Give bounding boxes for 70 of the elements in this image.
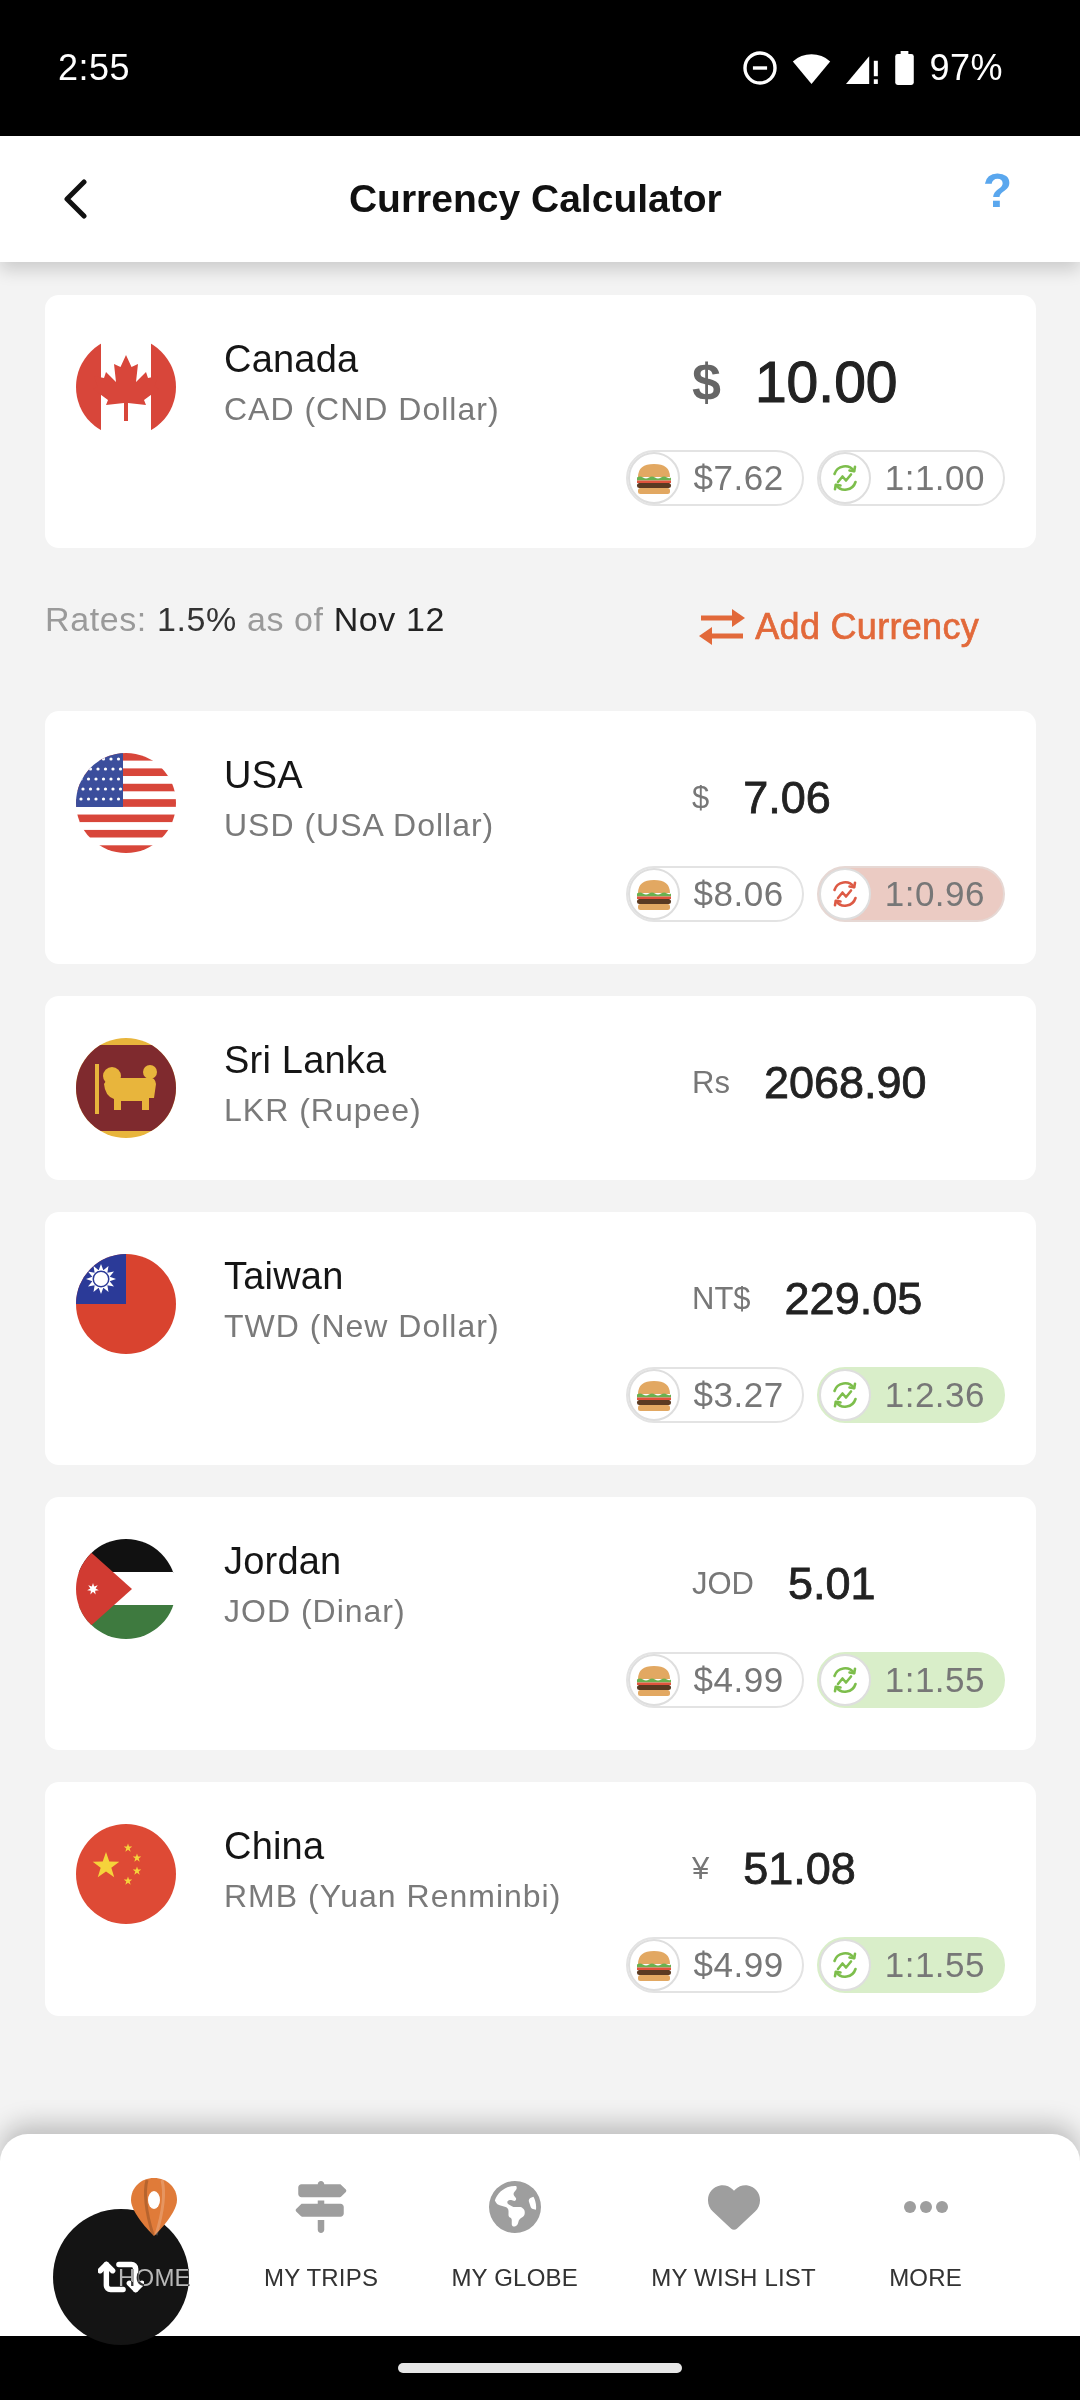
burger-icon (627, 1654, 680, 1706)
nav-tab[interactable]: MY WISH LIST (651, 2134, 816, 2293)
currency-name: JOD (Dinar) (224, 1592, 407, 1631)
status-time: 2:55 (58, 47, 131, 89)
amount-value: 51.08 (743, 1843, 856, 1895)
burger-price-text: $3.27 (693, 1375, 784, 1415)
currency-name: CAD (CND Dollar) (224, 390, 501, 429)
currency-card[interactable]: Sri Lanka LKR (Rupee) Rs 2068.90 (45, 996, 1036, 1180)
exchange-rate-text: 1:1.55 (884, 1660, 985, 1700)
do-not-disturb-icon (743, 51, 778, 85)
currency-card[interactable]: Jordan JOD (Dinar) JOD 5.01 $4.99 1:1.55 (45, 1497, 1036, 1750)
burger-price-text: $7.62 (693, 458, 784, 498)
burger-icon (627, 868, 680, 920)
currency-name: RMB (Yuan Renminbi) (224, 1877, 563, 1916)
location-pin-icon (129, 2177, 180, 2237)
country-name: Canada (224, 337, 360, 381)
burger-price-text: $8.06 (693, 874, 784, 914)
wifi-icon (792, 52, 832, 84)
exchange-rate-text: 1:1.00 (884, 458, 985, 498)
burger-icon (627, 1939, 680, 1991)
exchange-rate-icon (818, 1369, 871, 1421)
currency-name: TWD (New Dollar) (224, 1307, 501, 1346)
screen-title: Currency Calculator (347, 177, 723, 221)
rates-info-text: Rates: 1.5% as of Nov 12 (45, 599, 445, 639)
currency-symbol: NT$ (692, 1281, 751, 1317)
currency-name: USD (USA Dollar) (224, 806, 496, 845)
currency-symbol: $ (692, 352, 721, 412)
currency-card[interactable]: Canada CAD (CND Dollar) $ 10.00 $7.62 1:1.00 (45, 295, 1036, 548)
more-icon (903, 2201, 948, 2213)
exchange-rate-icon (818, 1654, 871, 1706)
currency-symbol: JOD (692, 1566, 754, 1602)
usa-flag-icon (76, 753, 176, 853)
currency-card[interactable]: China RMB (Yuan Renminbi) ¥ 51.08 $4.99 1:1.55 (45, 1782, 1036, 2016)
gesture-handle[interactable] (398, 2363, 682, 2373)
exchange-rate-icon (818, 452, 871, 504)
globe-icon (488, 2181, 541, 2233)
chevron-left-icon (62, 179, 88, 219)
battery-icon (895, 51, 915, 85)
burger-price-text: $4.99 (693, 1945, 784, 1985)
exchange-rate-text: 1:0.96 (884, 874, 985, 914)
burger-icon (627, 1369, 680, 1421)
nav-tab[interactable]: MORE (889, 2134, 962, 2293)
exchange-rate-icon (818, 868, 871, 920)
battery-percentage: 97% (929, 47, 1003, 89)
burger-price-text: $4.99 (693, 1660, 784, 1700)
currency-card[interactable]: USA USD (USA Dollar) $ 7.06 $8.06 1:0.96 (45, 711, 1036, 964)
currency-card[interactable]: Taiwan TWD (New Dollar) NT$ 229.05 $3.27 1:2.36 (45, 1212, 1036, 1465)
nav-tab[interactable]: MY GLOBE (451, 2134, 578, 2293)
currency-symbol: ¥ (692, 1851, 710, 1887)
amount-value: 5.01 (788, 1558, 876, 1610)
country-name: Sri Lanka (224, 1038, 388, 1082)
nav-tab[interactable]: MY TRIPS (264, 2134, 379, 2293)
currency-name: LKR (Rupee) (224, 1091, 423, 1130)
jordan-flag-icon (76, 1539, 176, 1639)
back-button[interactable] (62, 179, 88, 219)
amount-value: 10.00 (754, 349, 898, 415)
signpost-icon (295, 2181, 348, 2233)
amount-value: 229.05 (784, 1273, 923, 1325)
exchange-rate-icon (818, 1939, 871, 1991)
country-name: USA (224, 753, 304, 797)
burger-icon (627, 452, 680, 504)
country-name: Taiwan (224, 1254, 345, 1298)
country-name: China (224, 1824, 326, 1868)
currency-symbol: Rs (692, 1065, 730, 1101)
exchange-rate-text: 1:1.55 (884, 1945, 985, 1985)
exchange-rate-text: 1:2.36 (884, 1375, 985, 1415)
amount-value: 2068.90 (763, 1057, 927, 1109)
currency-symbol: $ (692, 780, 710, 816)
country-name: Jordan (224, 1539, 343, 1583)
amount-value: 7.06 (743, 772, 831, 824)
